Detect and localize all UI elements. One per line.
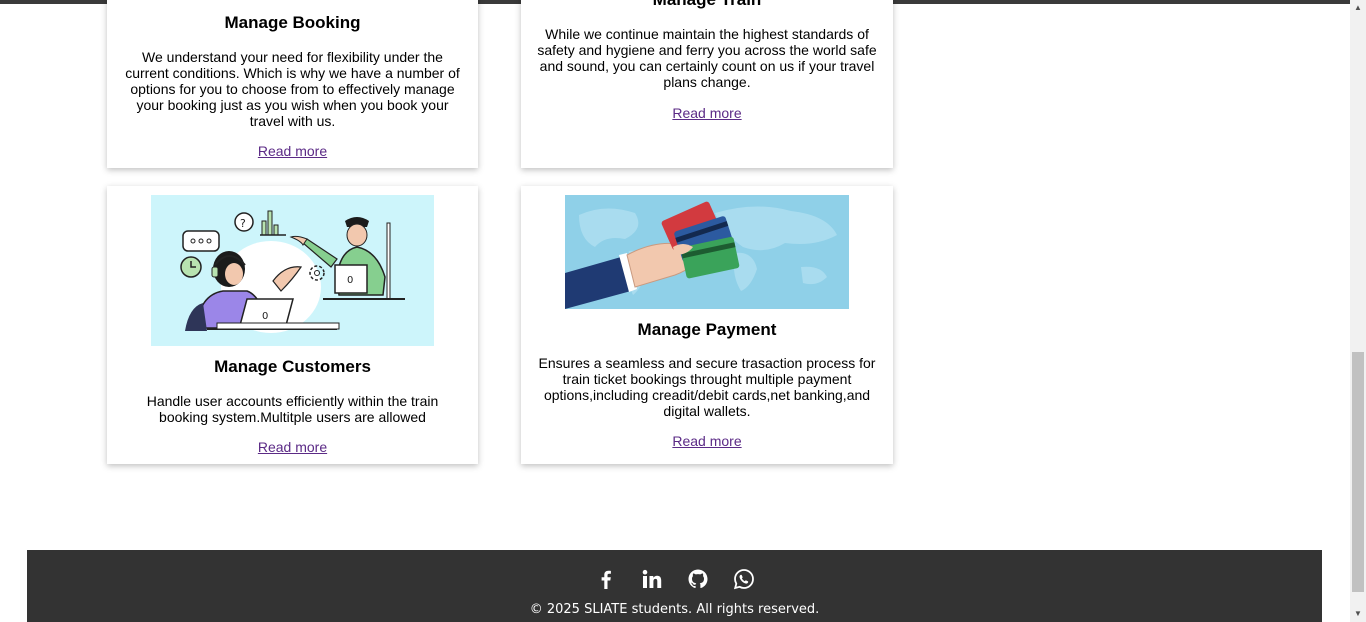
svg-text:0: 0 <box>347 275 353 286</box>
linkedin-icon[interactable] <box>641 568 663 590</box>
manage-booking-description: We understand your need for flexibility … <box>125 49 460 129</box>
manage-booking-card: Manage Booking We understand your need f… <box>107 0 478 168</box>
site-footer: © 2025 SLIATE students. All rights reser… <box>27 550 1322 622</box>
manage-booking-read-more-link[interactable]: Read more <box>107 143 478 159</box>
manage-payment-title: Manage Payment <box>637 320 777 339</box>
github-icon[interactable] <box>687 568 709 590</box>
copyright-text: © 2025 SLIATE students. All rights reser… <box>529 602 820 617</box>
scroll-up-arrow-icon[interactable]: ▲ <box>1350 0 1366 16</box>
facebook-icon[interactable] <box>595 568 617 590</box>
credit-card-payment-illustration <box>565 195 849 309</box>
manage-customers-read-more-link[interactable]: Read more <box>107 439 478 455</box>
manage-train-read-more-link[interactable]: Read more <box>521 105 893 121</box>
manage-customers-title: Manage Customers <box>214 357 371 376</box>
svg-text:?: ? <box>240 217 246 230</box>
manage-train-card: Manage Train While we continue maintain … <box>521 0 893 168</box>
manage-train-description: While we continue maintain the highest s… <box>537 26 877 90</box>
manage-customers-card: ? 0 0 Manage Customers Handle user accou… <box>107 186 478 464</box>
manage-booking-title: Manage Booking <box>224 13 361 32</box>
manage-payment-description: Ensures a seamless and secure trasaction… <box>538 355 876 419</box>
manage-payment-card: Manage Payment Ensures a seamless and se… <box>521 186 893 464</box>
whatsapp-icon[interactable] <box>733 568 755 590</box>
vertical-scrollbar[interactable]: ▲ ▼ <box>1350 0 1366 622</box>
scroll-down-arrow-icon[interactable]: ▼ <box>1350 606 1366 622</box>
manage-customers-description: Handle user accounts efficiently within … <box>146 393 439 425</box>
customer-support-illustration: ? 0 0 <box>151 195 434 346</box>
manage-train-title: Manage Train <box>521 0 893 10</box>
scrollbar-thumb[interactable] <box>1352 352 1364 592</box>
social-links <box>27 568 1322 590</box>
manage-payment-read-more-link[interactable]: Read more <box>521 433 893 449</box>
svg-text:0: 0 <box>262 311 268 322</box>
